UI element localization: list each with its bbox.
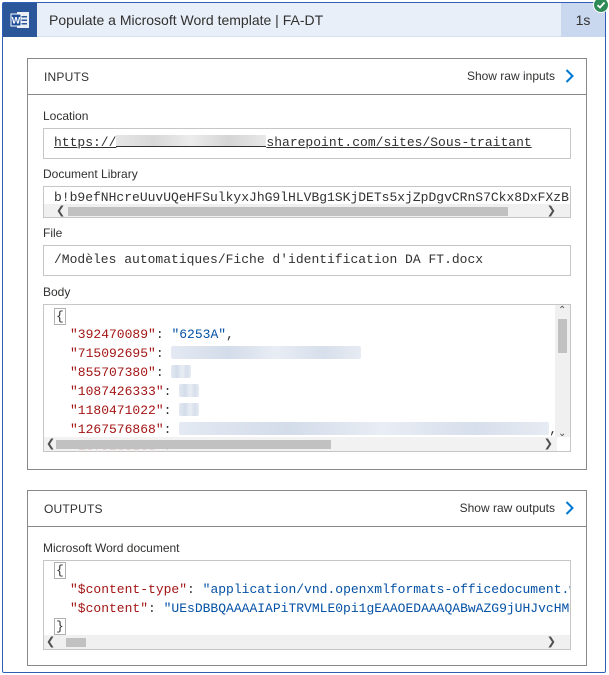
show-raw-inputs-link[interactable]: Show raw inputs (467, 69, 574, 83)
body-field[interactable]: { "392470089": "6253A", "715092695": "85… (43, 304, 571, 452)
redacted-value (171, 365, 192, 378)
scrollbar-thumb[interactable] (56, 440, 331, 449)
scrollbar-thumb[interactable] (66, 638, 86, 647)
body-line: "1180471022": (70, 403, 200, 418)
chevron-right-icon (565, 69, 574, 83)
body-label: Body (43, 285, 71, 299)
scroll-up-icon[interactable]: ⌃ (558, 305, 566, 316)
scrollbar-thumb[interactable] (558, 319, 567, 353)
body-line: "855707380": (70, 365, 192, 380)
file-label: File (43, 226, 63, 240)
redacted-value (179, 384, 200, 397)
inputs-header: INPUTS Show raw inputs (28, 59, 586, 95)
file-value: /Modèles automatiques/Fiche d'identifica… (54, 252, 484, 267)
file-field[interactable]: /Modèles automatiques/Fiche d'identifica… (43, 245, 571, 276)
body-line: "1267576868": , (70, 422, 558, 437)
action-header[interactable]: W Populate a Microsoft Word template | F… (3, 3, 605, 37)
word-icon: W (3, 3, 37, 37)
location-suffix: sharepoint.com/sites/Sous-traitant (266, 135, 532, 150)
scroll-right-icon[interactable]: ❯ (547, 635, 556, 649)
scroll-right-icon[interactable]: ❯ (544, 437, 553, 451)
body-line: "392470089": "6253A", (70, 327, 234, 342)
output-open-brace: { (54, 562, 66, 579)
svg-text:W: W (12, 16, 21, 26)
chevron-right-icon (565, 501, 574, 515)
action-card: W Populate a Microsoft Word template | F… (2, 2, 606, 673)
body-line: "715092695": (70, 346, 362, 361)
output-line: "$content": "UEsDBBQAAAAIAPiTRVMLE0pi1gE… (70, 601, 571, 616)
scroll-down-icon[interactable]: ⌄ (558, 428, 566, 439)
document-library-hscrollbar[interactable]: ❮ ❯ (44, 204, 570, 217)
location-value: https:// sharepoint.com/sites/Sous-traita… (54, 135, 532, 150)
word-document-label: Microsoft Word document (43, 541, 180, 555)
body-open-brace: { (54, 308, 66, 325)
outputs-title: OUTPUTS (44, 502, 103, 516)
scroll-left-icon[interactable]: ❮ (46, 437, 55, 451)
body-vscrollbar[interactable]: ⌃ ⌄ (555, 305, 570, 439)
body-line: "1087426333": (70, 384, 200, 399)
body-hscrollbar[interactable]: ❮ ❯ (44, 437, 557, 451)
action-title: Populate a Microsoft Word template | FA-… (49, 12, 324, 28)
location-label: Location (43, 109, 89, 123)
output-hscrollbar[interactable]: ❮ ❯ (44, 635, 570, 649)
output-close-brace: } (54, 618, 66, 635)
show-raw-outputs-label: Show raw outputs (459, 501, 555, 515)
word-document-field[interactable]: { "$content-type": "application/vnd.open… (43, 560, 571, 650)
show-raw-inputs-label: Show raw inputs (466, 69, 555, 83)
redacted-value (179, 403, 200, 416)
inputs-title: INPUTS (44, 70, 90, 84)
redacted-value (171, 346, 362, 359)
scroll-right-icon[interactable]: ❯ (547, 204, 556, 217)
redacted-value (179, 422, 550, 435)
document-library-label: Document Library (43, 167, 138, 181)
scrollbar-thumb[interactable] (68, 207, 508, 216)
scroll-left-icon[interactable]: ❮ (56, 204, 65, 217)
show-raw-outputs-link[interactable]: Show raw outputs (460, 501, 574, 515)
inputs-section: INPUTS Show raw inputs Location https://… (27, 58, 587, 470)
location-prefix: https:// (54, 135, 117, 150)
redacted-tenant (116, 135, 267, 147)
output-line: "$content-type": "application/vnd.openxm… (70, 582, 571, 597)
document-library-field[interactable]: b!b9efNHcreUuvUQeHFSulkyxJhG9lHLVBg1SKjD… (43, 186, 571, 218)
outputs-section: OUTPUTS Show raw outputs Microsoft Word … (27, 490, 587, 666)
outputs-header: OUTPUTS Show raw outputs (28, 491, 586, 527)
success-check-icon (593, 0, 609, 13)
document-library-value: b!b9efNHcreUuvUQeHFSulkyxJhG9lHLVBg1SKjD… (54, 190, 569, 205)
scroll-left-icon[interactable]: ❮ (46, 635, 55, 649)
location-field[interactable]: https:// sharepoint.com/sites/Sous-traita… (43, 128, 571, 159)
